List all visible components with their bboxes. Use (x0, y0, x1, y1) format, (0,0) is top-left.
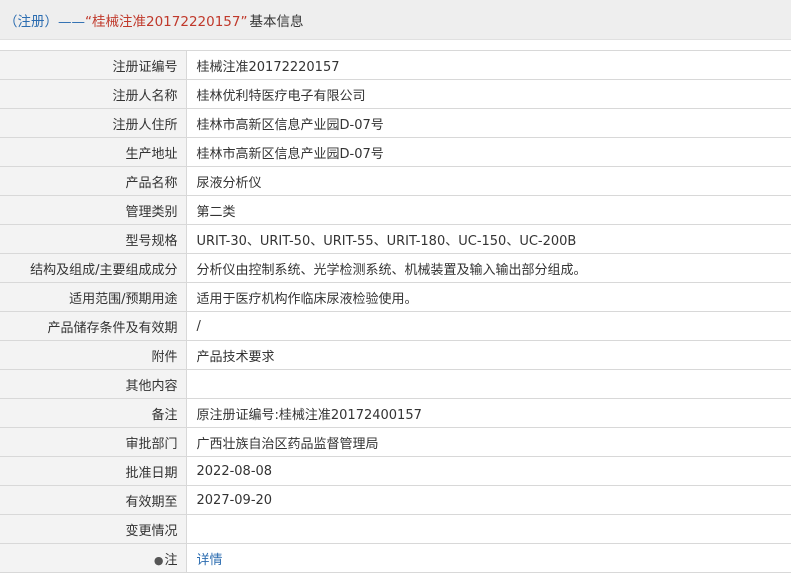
row-label: 注册人住所 (0, 108, 187, 138)
row-label: 备注 (0, 398, 187, 428)
table-row: 型号规格 URIT-30、URIT-50、URIT-55、URIT-180、UC-… (0, 224, 791, 254)
header-prefix: （注册）—— (4, 13, 85, 30)
row-value (186, 369, 791, 399)
row-label: 注册人名称 (0, 79, 187, 109)
row-value: 广西壮族自治区药品监督管理局 (186, 427, 791, 457)
row-value: 原注册证编号:桂械注准20172400157 (186, 398, 791, 428)
table-row: 生产地址 桂林市高新区信息产业园D-07号 (0, 137, 791, 167)
table-row: 注册人名称 桂林优利特医疗电子有限公司 (0, 79, 791, 109)
row-value: 桂林优利特医疗电子有限公司 (186, 79, 791, 109)
row-value: 2027-09-20 (186, 485, 791, 515)
table-row: 管理类别 第二类 (0, 195, 791, 225)
row-value: 桂林市高新区信息产业园D-07号 (186, 137, 791, 167)
note-label-cell: ●注 (0, 543, 187, 573)
row-label: 审批部门 (0, 427, 187, 457)
row-value: 第二类 (186, 195, 791, 225)
row-label: 附件 (0, 340, 187, 370)
table-row: 备注 原注册证编号:桂械注准20172400157 (0, 398, 791, 428)
details-link[interactable]: 详情 (197, 553, 223, 568)
row-value: 适用于医疗机构作临床尿液检验使用。 (186, 282, 791, 312)
row-label: 注册证编号 (0, 50, 187, 80)
info-table: 注册证编号 桂械注准20172220157 注册人名称 桂林优利特医疗电子有限公司 … (0, 50, 791, 573)
row-label: 型号规格 (0, 224, 187, 254)
page-header: （注册）—— “桂械注准20172220157” 基本信息 (0, 0, 791, 40)
table-row: 结构及组成/主要组成成分 分析仪由控制系统、光学检测系统、机械装置及输入输出部分组… (0, 253, 791, 283)
row-value: 桂械注准20172220157 (186, 50, 791, 80)
row-label: 产品名称 (0, 166, 187, 196)
header-spacer (0, 40, 791, 50)
note-row: ●注 详情 (0, 543, 791, 573)
row-value: 分析仪由控制系统、光学检测系统、机械装置及输入输出部分组成。 (186, 253, 791, 283)
table-row: 变更情况 (0, 514, 791, 544)
row-label: 变更情况 (0, 514, 187, 544)
note-value-cell: 详情 (186, 543, 791, 573)
row-label: 结构及组成/主要组成成分 (0, 253, 187, 283)
table-row: 审批部门 广西壮族自治区药品监督管理局 (0, 427, 791, 457)
table-row: 适用范围/预期用途 适用于医疗机构作临床尿液检验使用。 (0, 282, 791, 312)
table-row: 注册人住所 桂林市高新区信息产业园D-07号 (0, 108, 791, 138)
row-value: 尿液分析仪 (186, 166, 791, 196)
row-label: 生产地址 (0, 137, 187, 167)
row-value: URIT-30、URIT-50、URIT-55、URIT-180、UC-150、… (186, 224, 791, 254)
row-value: / (186, 311, 791, 341)
table-row: 有效期至 2027-09-20 (0, 485, 791, 515)
row-label: 管理类别 (0, 195, 187, 225)
row-value: 2022-08-08 (186, 456, 791, 486)
row-label: 产品储存条件及有效期 (0, 311, 187, 341)
table-row: 其他内容 (0, 369, 791, 399)
table-row: 注册证编号 桂械注准20172220157 (0, 50, 791, 80)
note-label: 注 (164, 552, 178, 568)
lightbulb-icon: ● (153, 553, 164, 567)
row-label: 有效期至 (0, 485, 187, 515)
header-registration-number: “桂械注准20172220157” (85, 13, 248, 30)
row-value (186, 514, 791, 544)
row-value: 产品技术要求 (186, 340, 791, 370)
table-row: 产品名称 尿液分析仪 (0, 166, 791, 196)
table-row: 批准日期 2022-08-08 (0, 456, 791, 486)
row-value: 桂林市高新区信息产业园D-07号 (186, 108, 791, 138)
header-suffix: 基本信息 (249, 13, 304, 30)
table-row: 附件 产品技术要求 (0, 340, 791, 370)
row-label: 适用范围/预期用途 (0, 282, 187, 312)
row-label: 其他内容 (0, 369, 187, 399)
row-label: 批准日期 (0, 456, 187, 486)
table-row: 产品储存条件及有效期 / (0, 311, 791, 341)
